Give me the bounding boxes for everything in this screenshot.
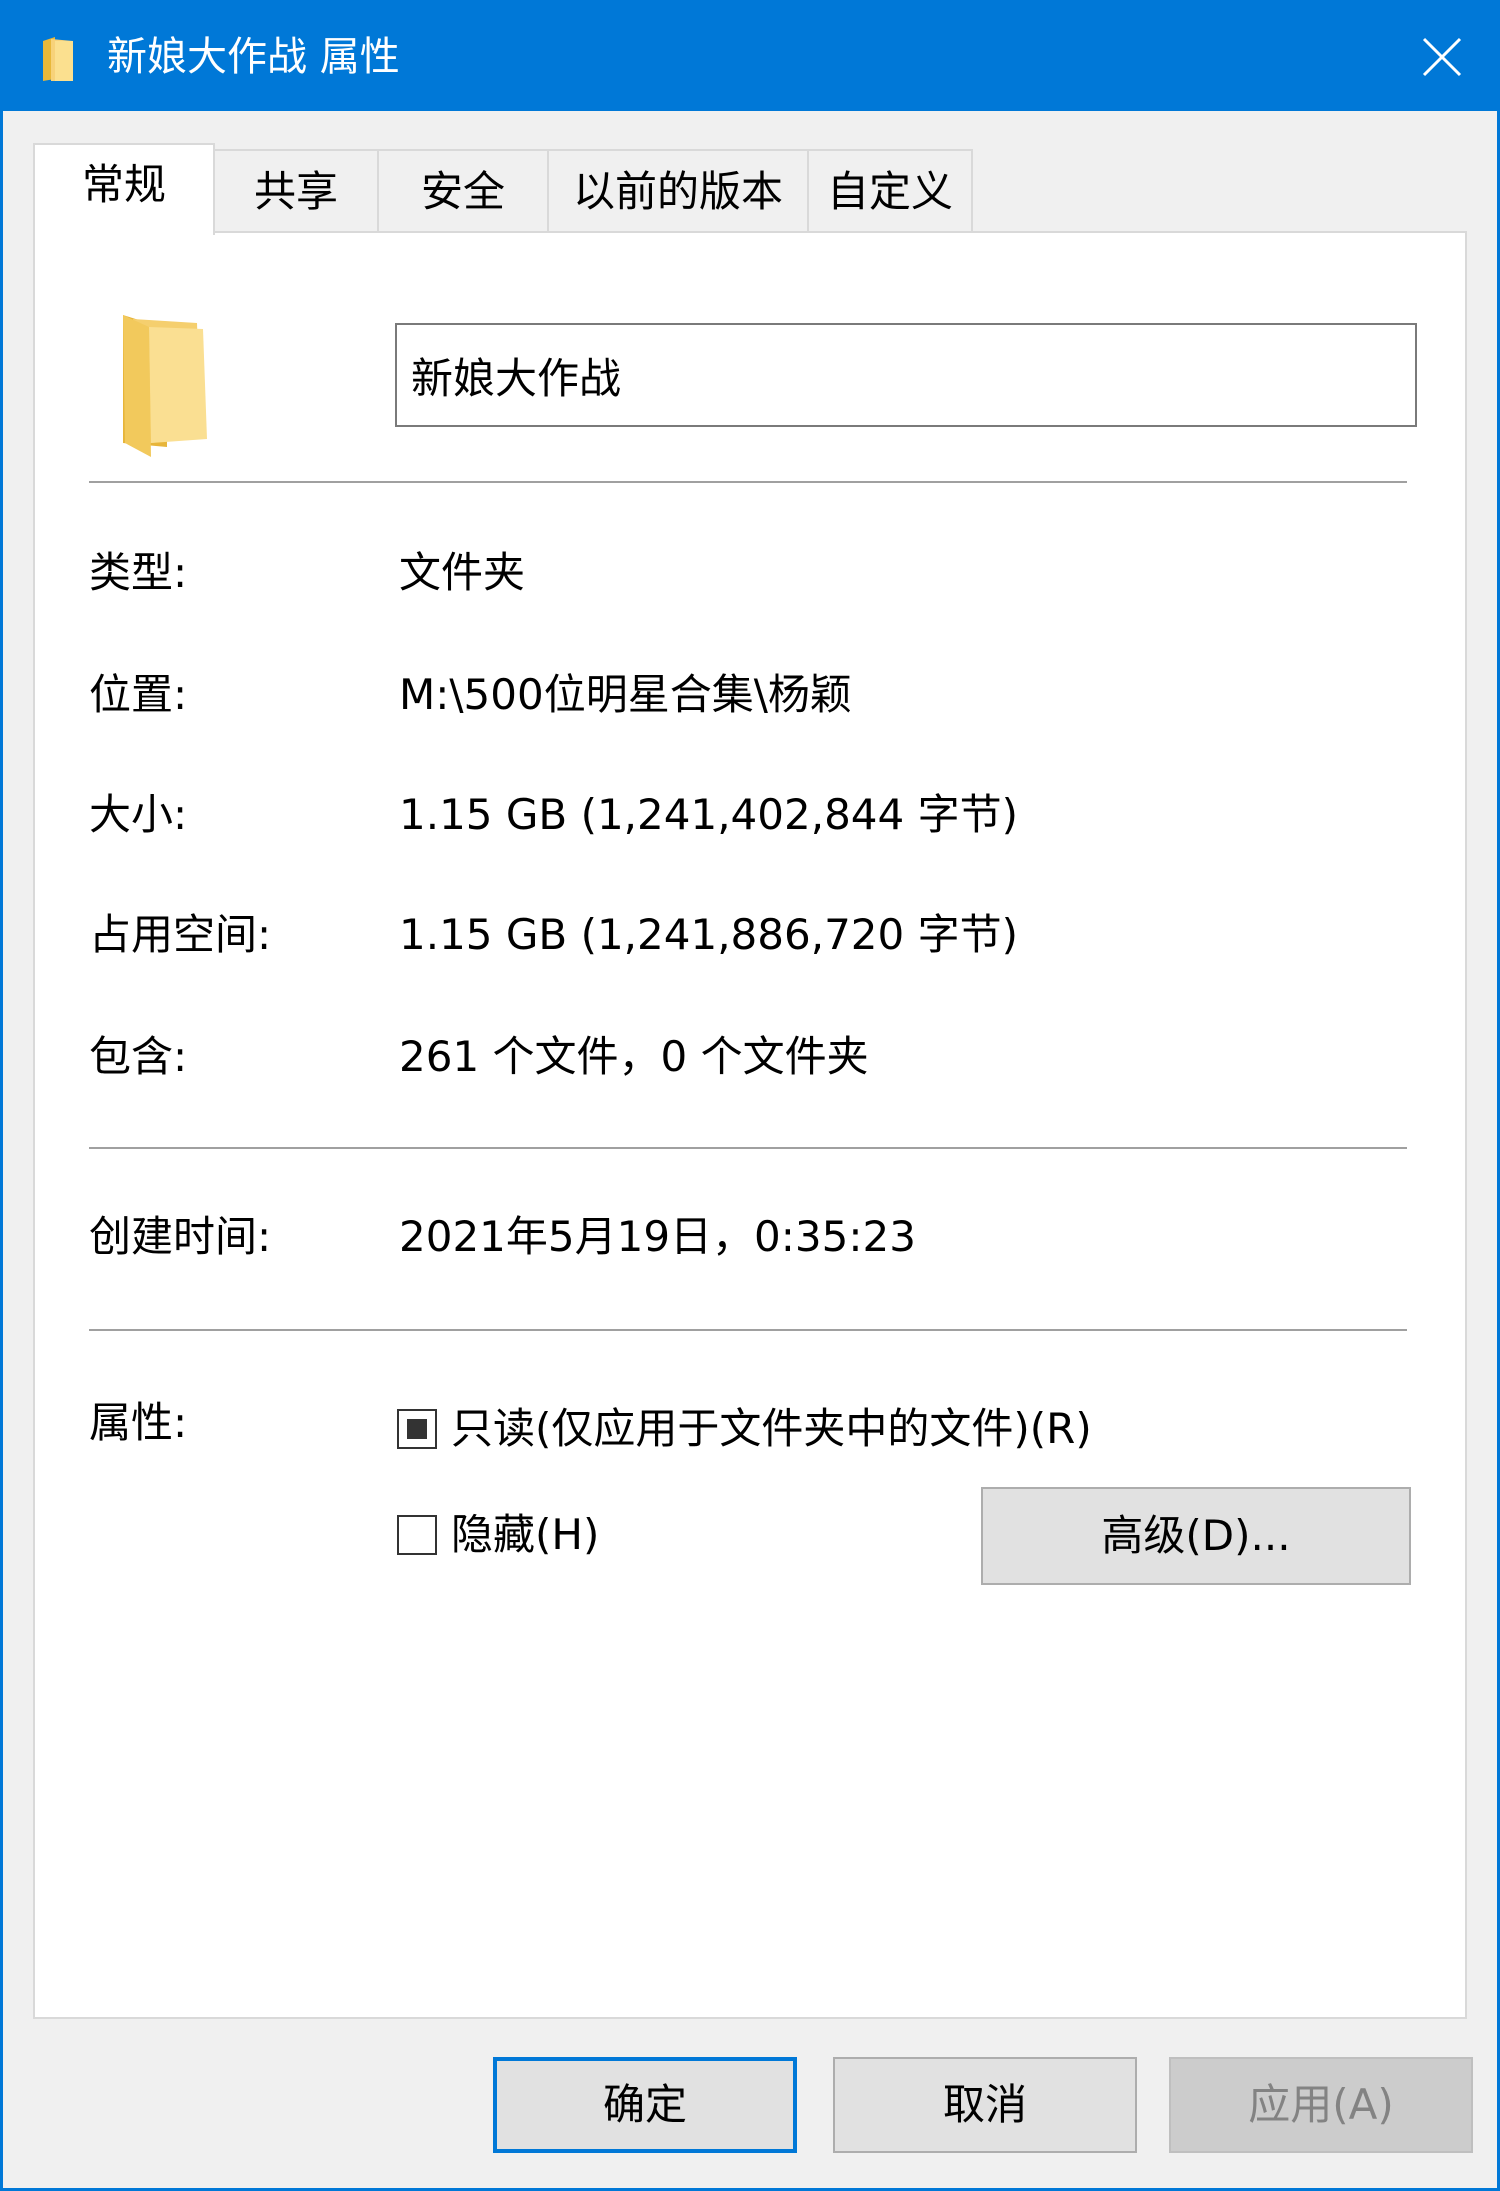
folder-icon (43, 37, 73, 81)
readonly-checkbox-label[interactable]: 只读(仅应用于文件夹中的文件)(R) (451, 1401, 1092, 1457)
folder-icon (123, 315, 207, 457)
properties-dialog: 新娘大作战 属性 常规 共享 安全 以前的版本 自定义 类型: 文件夹 位置: … (0, 0, 1500, 2191)
hidden-checkbox-label[interactable]: 隐藏(H) (451, 1507, 599, 1563)
cancel-button[interactable]: 取消 (833, 2057, 1137, 2153)
created-value: 2021年5月19日，0:35:23 (399, 1212, 916, 1261)
close-button[interactable] (1387, 3, 1497, 111)
tab-previous-versions[interactable]: 以前的版本 (547, 149, 809, 231)
contains-label: 包含: (89, 1032, 188, 1081)
divider (89, 1329, 1407, 1331)
created-label: 创建时间: (89, 1212, 272, 1261)
tab-general[interactable]: 常规 (33, 143, 215, 235)
folder-name-input[interactable] (395, 323, 1417, 427)
general-panel: 类型: 文件夹 位置: M:\500位明星合集\杨颖 大小: 1.15 GB (… (33, 231, 1467, 2019)
size-label: 大小: (89, 790, 188, 839)
readonly-checkbox[interactable] (397, 1409, 437, 1449)
size-on-disk-value: 1.15 GB (1,241,886,720 字节) (399, 910, 1018, 959)
location-value: M:\500位明星合集\杨颖 (399, 670, 852, 719)
advanced-button[interactable]: 高级(D)... (981, 1487, 1411, 1585)
indeterminate-mark (407, 1419, 427, 1439)
location-label: 位置: (89, 670, 188, 719)
attributes-label: 属性: (89, 1398, 188, 1447)
tab-sharing[interactable]: 共享 (213, 149, 379, 231)
type-value: 文件夹 (399, 548, 526, 597)
hidden-checkbox[interactable] (397, 1515, 437, 1555)
apply-button[interactable]: 应用(A) (1169, 2057, 1473, 2153)
window-title: 新娘大作战 属性 (107, 34, 400, 80)
size-value: 1.15 GB (1,241,402,844 字节) (399, 790, 1018, 839)
contains-value: 261 个文件，0 个文件夹 (399, 1032, 869, 1081)
size-on-disk-label: 占用空间: (89, 910, 272, 959)
type-label: 类型: (89, 548, 188, 597)
tab-customize[interactable]: 自定义 (807, 149, 973, 231)
divider (89, 1147, 1407, 1149)
divider (89, 481, 1407, 483)
title-bar[interactable]: 新娘大作战 属性 (3, 3, 1497, 111)
ok-button[interactable]: 确定 (493, 2057, 797, 2153)
tab-security[interactable]: 安全 (377, 149, 549, 231)
close-icon (1422, 37, 1462, 77)
